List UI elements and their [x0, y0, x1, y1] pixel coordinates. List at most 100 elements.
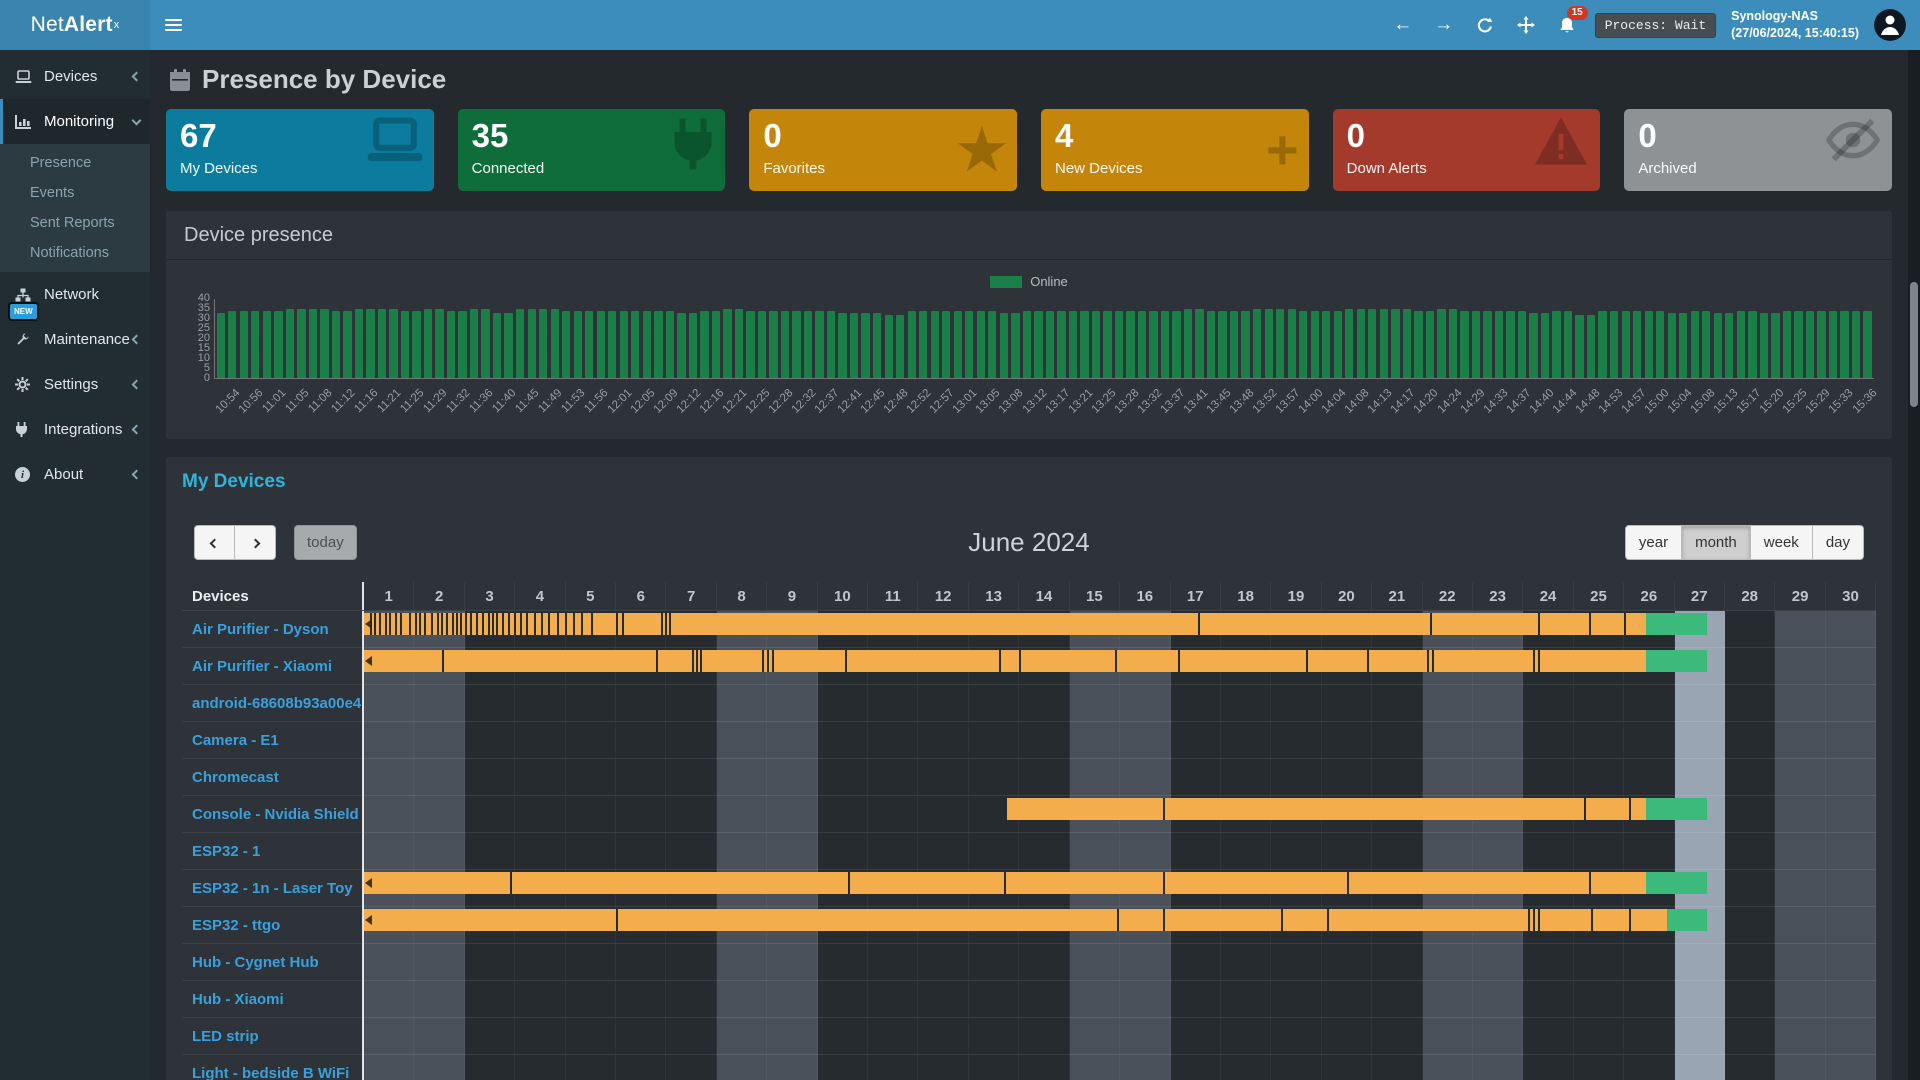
gantt-gap — [379, 613, 381, 635]
device-link[interactable]: Light - bedside B WiFi — [182, 1055, 362, 1080]
day-header-cell: 20 — [1322, 582, 1372, 610]
card-archived[interactable]: 0 Archived — [1624, 109, 1892, 191]
presence-bar — [838, 313, 846, 378]
gantt-gap — [476, 613, 478, 635]
device-presence-panel: Device presence Online 0510152025303540 … — [166, 211, 1892, 439]
user-avatar[interactable] — [1874, 9, 1906, 41]
presence-bar — [447, 311, 455, 378]
x-tick-label: 13:28 — [1112, 387, 1141, 416]
gantt-bar-online-current[interactable] — [1646, 613, 1707, 635]
presence-bar — [1610, 311, 1618, 378]
gantt-bar-online[interactable] — [1007, 798, 1646, 820]
presence-bar — [792, 311, 800, 378]
device-row — [364, 796, 1876, 833]
notifications-button[interactable]: 15 — [1554, 12, 1580, 38]
card-favorites[interactable]: 0 Favorites ★ — [749, 109, 1017, 191]
gantt-gap — [616, 613, 618, 635]
device-link[interactable]: android-68608b93a00e4 — [182, 685, 362, 722]
presence-bar — [1529, 313, 1537, 378]
sidebar-item-maintenance[interactable]: Maintenance — [0, 317, 150, 362]
gantt-gap — [389, 613, 391, 635]
continues-left-arrow-icon — [365, 656, 372, 666]
gantt-gap — [465, 613, 467, 635]
sidebar-toggle-button[interactable] — [150, 0, 196, 50]
sidebar-item-settings[interactable]: Settings — [0, 362, 150, 407]
presence-bar — [1069, 311, 1077, 378]
presence-bar — [435, 309, 443, 378]
gantt-bar-online-current[interactable] — [1646, 650, 1707, 672]
nav-back-button[interactable]: ← — [1390, 12, 1416, 38]
refresh-button[interactable] — [1472, 12, 1498, 38]
fullscreen-move-button[interactable] — [1513, 12, 1539, 38]
presence-bar — [827, 311, 835, 378]
sidebar-item-about[interactable]: i About — [0, 452, 150, 497]
day-header-cell: 6 — [616, 582, 666, 610]
sidebar-subitem-sent-reports[interactable]: Sent Reports — [0, 208, 150, 238]
presence-bar — [700, 311, 708, 378]
device-link[interactable]: LED strip — [182, 1018, 362, 1055]
presence-bar — [217, 313, 225, 378]
presence-bar — [1161, 311, 1169, 378]
card-down-alerts[interactable]: 0 Down Alerts — [1333, 109, 1601, 191]
gantt-bar-online[interactable] — [364, 650, 1646, 672]
device-link[interactable]: ESP32 - ttgo — [182, 907, 362, 944]
presence-bar — [528, 309, 536, 378]
sidebar-subitem-presence[interactable]: Presence — [0, 148, 150, 178]
presence-bar — [274, 311, 282, 378]
calendar-view-year-button[interactable]: year — [1625, 525, 1682, 560]
calendar-view-day-button[interactable]: day — [1813, 525, 1864, 560]
page-scrollbar[interactable] — [1908, 50, 1920, 1080]
device-link[interactable]: Hub - Xiaomi — [182, 981, 362, 1018]
calendar-view-week-button[interactable]: week — [1751, 525, 1813, 560]
device-link[interactable]: ESP32 - 1n - Laser Toy — [182, 870, 362, 907]
gantt-bar-online[interactable] — [364, 909, 1667, 931]
presence-bar — [562, 311, 570, 378]
my-devices-panel: My Devices today June 2024 year month we… — [166, 457, 1892, 1080]
day-header-cell: 4 — [515, 582, 565, 610]
day-header-cell: 24 — [1523, 582, 1573, 610]
gantt-bar-online-current[interactable] — [1646, 798, 1707, 820]
device-link[interactable]: ESP32 - 1 — [182, 833, 362, 870]
presence-bar — [1806, 311, 1814, 378]
presence-bar — [424, 309, 432, 378]
presence-chart: 0510152025303540 10:5410:5611:0111:0511:… — [184, 299, 1874, 431]
gantt-gap — [1624, 613, 1626, 635]
device-link[interactable]: Air Purifier - Xiaomi — [182, 648, 362, 685]
card-new-devices[interactable]: 4 New Devices + — [1041, 109, 1309, 191]
sidebar-subitem-events[interactable]: Events — [0, 178, 150, 208]
gantt-bar-online-current[interactable] — [1667, 909, 1707, 931]
nav-forward-button[interactable]: → — [1431, 12, 1457, 38]
presence-bar — [919, 311, 927, 378]
device-link[interactable]: Air Purifier - Dyson — [182, 611, 362, 648]
card-connected[interactable]: 35 Connected — [458, 109, 726, 191]
presence-bar — [1587, 315, 1595, 378]
sidebar-subitem-notifications[interactable]: Notifications — [0, 238, 150, 268]
sidebar-item-integrations[interactable]: Integrations — [0, 407, 150, 452]
day-header-cell: 19 — [1271, 582, 1321, 610]
device-link[interactable]: Hub - Cygnet Hub — [182, 944, 362, 981]
presence-bar — [493, 313, 501, 378]
presence-bar — [228, 311, 236, 378]
gantt-gap — [1591, 909, 1593, 931]
device-link[interactable]: Console - Nvidia Shield TV — [182, 796, 362, 833]
device-link[interactable]: Camera - E1 — [182, 722, 362, 759]
day-header-cell: 18 — [1221, 582, 1271, 610]
card-my-devices[interactable]: 67 My Devices — [166, 109, 434, 191]
device-link[interactable]: Chromecast — [182, 759, 362, 796]
x-tick-label: 15:33 — [1827, 387, 1856, 416]
presence-bar — [1046, 311, 1054, 378]
sidebar-item-devices[interactable]: Devices — [0, 54, 150, 99]
app-logo[interactable]: NetAlertx — [0, 0, 150, 50]
presence-bar — [504, 313, 512, 378]
device-row — [364, 1055, 1876, 1080]
page-title: Presence by Device — [168, 64, 1892, 95]
chart-plot-area — [214, 299, 1874, 379]
x-tick-label: 14:20 — [1412, 387, 1441, 416]
gantt-bar-online-current[interactable] — [1646, 872, 1707, 894]
sidebar-item-monitoring[interactable]: Monitoring — [0, 99, 150, 144]
gantt-gap — [573, 613, 575, 635]
host-info: Synology-NAS (27/06/2024, 15:40:15) — [1731, 8, 1859, 43]
scrollbar-thumb[interactable] — [1910, 282, 1918, 407]
calendar-view-month-button[interactable]: month — [1682, 525, 1751, 560]
day-header-cell: 25 — [1574, 582, 1624, 610]
